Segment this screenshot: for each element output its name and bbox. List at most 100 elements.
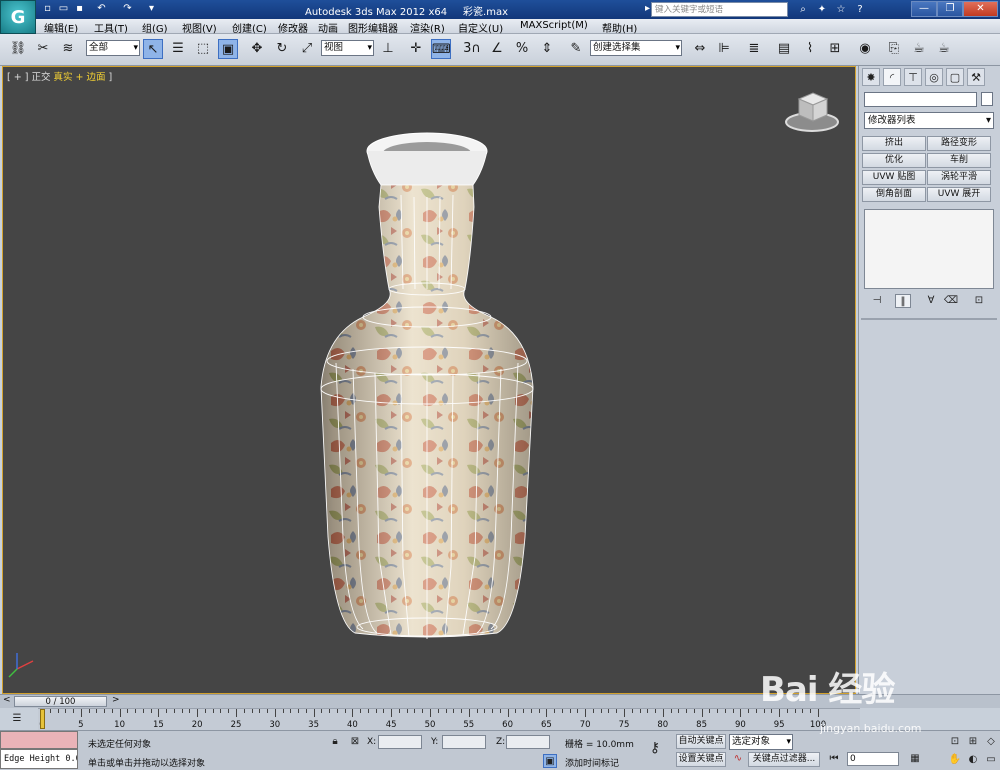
time-slider[interactable]: 0 / 100 <box>14 696 107 707</box>
angle-snap-icon[interactable]: ∠ <box>487 39 507 59</box>
set-key-button[interactable]: 设置关键点 <box>676 752 726 767</box>
go-to-start-icon[interactable]: ⏮ <box>827 752 841 766</box>
app-logo-button[interactable]: G <box>0 0 36 34</box>
bind-to-space-warp-icon[interactable]: ≋ <box>58 39 78 59</box>
menu-help[interactable]: 帮助(H) <box>602 20 637 35</box>
time-slider-prev-icon[interactable]: < <box>3 695 11 705</box>
subscription-icon[interactable]: ✦ <box>814 2 830 17</box>
menu-graph-editors[interactable]: 图形编辑器 <box>348 20 398 35</box>
menu-create[interactable]: 创建(C) <box>232 20 267 35</box>
zoom-extents-icon[interactable]: ⊡ <box>948 735 962 749</box>
current-frame-spinner[interactable]: 0 <box>847 752 899 766</box>
time-tag-icon[interactable]: ▣ <box>543 754 557 768</box>
show-end-result-icon[interactable]: ‖ <box>895 294 911 308</box>
reference-coordinate-dropdown[interactable]: 视图 <box>321 40 374 56</box>
selection-lock-icon[interactable]: 🔒︎ <box>328 735 342 749</box>
rendered-frame-window-icon[interactable]: ☕ <box>909 39 929 59</box>
menu-modifiers[interactable]: 修改器 <box>278 20 308 35</box>
modifier-turbosmooth-button[interactable]: 涡轮平滑 <box>927 170 991 185</box>
modifier-stack-list[interactable] <box>864 209 994 289</box>
select-by-name-icon[interactable]: ☰ <box>168 39 188 59</box>
object-name-field[interactable] <box>864 92 977 107</box>
render-production-icon[interactable]: ☕ <box>934 39 954 59</box>
field-of-view-icon[interactable]: ◇ <box>984 735 998 749</box>
utilities-tab-icon[interactable]: ⚒ <box>967 68 985 86</box>
open-file-icon[interactable]: ▭ <box>56 2 71 16</box>
close-button[interactable]: ✕ <box>963 1 998 17</box>
mini-curve-editor-icon[interactable]: ☰ <box>10 712 24 726</box>
menu-tools[interactable]: 工具(T) <box>94 20 128 35</box>
motion-tab-icon[interactable]: ◎ <box>925 68 943 86</box>
unlink-icon[interactable]: ✂ <box>33 39 53 59</box>
object-color-swatch[interactable] <box>981 92 993 106</box>
modifier-unwrap-uvw-button[interactable]: UVW 展开 <box>927 187 991 202</box>
select-and-manipulate-icon[interactable]: ✛ <box>406 39 426 59</box>
z-coordinate-field[interactable] <box>506 735 550 749</box>
menu-rendering[interactable]: 渲染(R) <box>410 20 445 35</box>
schematic-view-icon[interactable]: ⊞ <box>825 39 845 59</box>
configure-modifier-sets-icon[interactable]: ⊡ <box>971 294 987 308</box>
select-and-link-icon[interactable]: ⛓ <box>8 39 28 59</box>
y-coordinate-field[interactable] <box>442 735 486 749</box>
select-and-rotate-icon[interactable]: ↻ <box>272 39 292 59</box>
selected-object-dropdown[interactable]: 选定对象 <box>729 734 793 750</box>
modifier-bevel-profile-button[interactable]: 倒角剖面 <box>862 187 926 202</box>
pin-stack-icon[interactable]: ⊣ <box>869 294 885 308</box>
binoculars-icon[interactable]: ⌕ <box>795 2 811 17</box>
zoom-extents-all-icon[interactable]: ⊞ <box>966 735 980 749</box>
remove-modifier-icon[interactable]: ⌫ <box>943 294 959 308</box>
current-frame-marker[interactable] <box>40 709 45 729</box>
menu-edit[interactable]: 编辑(E) <box>44 20 78 35</box>
modifier-path-deform-button[interactable]: 路径变形 <box>927 136 991 151</box>
add-time-tag-text[interactable]: 添加时间标记 <box>565 756 619 769</box>
redo-icon[interactable]: ↷ <box>120 2 135 16</box>
absolute-mode-icon[interactable]: ⊠ <box>348 735 362 749</box>
modifier-extrude-button[interactable]: 挤出 <box>862 136 926 151</box>
save-file-icon[interactable]: ▪ <box>72 2 87 16</box>
keyboard-shortcut-override-icon[interactable]: ⌨ <box>431 39 451 59</box>
named-selection-sets-dropdown[interactable]: 创建选择集 <box>590 40 682 56</box>
time-slider-next-icon[interactable]: > <box>112 695 120 705</box>
display-tab-icon[interactable]: ▢ <box>946 68 964 86</box>
curve-editor-icon[interactable]: ⌇ <box>800 39 820 59</box>
modifier-lathe-button[interactable]: 车削 <box>927 153 991 168</box>
layer-manager-icon[interactable]: ≣ <box>744 39 764 59</box>
select-and-scale-icon[interactable]: ⤢ <box>297 39 317 59</box>
vase-model[interactable] <box>3 67 856 694</box>
select-and-move-icon[interactable]: ✥ <box>247 39 267 59</box>
pan-view-icon[interactable]: ✋ <box>948 753 962 767</box>
material-editor-icon[interactable]: ◉ <box>855 39 875 59</box>
menu-maxscript[interactable]: MAXScript(M) <box>520 20 588 31</box>
create-tab-icon[interactable]: ✸ <box>862 68 880 86</box>
percent-snap-icon[interactable]: % <box>512 39 532 59</box>
time-configuration-icon[interactable]: ▦ <box>908 752 922 766</box>
render-setup-icon[interactable]: ⎘ <box>884 39 904 59</box>
edit-named-selection-icon[interactable]: ✎ <box>566 39 586 59</box>
menu-animation[interactable]: 动画 <box>318 20 338 35</box>
minimize-button[interactable]: — <box>911 1 937 17</box>
orbit-icon[interactable]: ◐ <box>966 753 980 767</box>
spinner-snap-icon[interactable]: ⇕ <box>537 39 557 59</box>
mirror-icon[interactable]: ⇔ <box>690 39 710 59</box>
pivot-center-icon[interactable]: ⊥ <box>378 39 398 59</box>
perspective-viewport[interactable]: [ + ] 正交 真实 + 边面 ] <box>2 66 856 694</box>
menu-views[interactable]: 视图(V) <box>182 20 217 35</box>
rectangular-selection-icon[interactable]: ⬚ <box>193 39 213 59</box>
maximize-viewport-icon[interactable]: ▭ <box>984 753 998 767</box>
selection-filter-dropdown[interactable]: 全部 <box>86 40 140 56</box>
restore-button[interactable]: ❐ <box>937 1 963 17</box>
maxscript-listener-mini[interactable] <box>0 731 78 749</box>
hierarchy-tab-icon[interactable]: ⊤ <box>904 68 922 86</box>
modifier-optimize-button[interactable]: 优化 <box>862 153 926 168</box>
keyword-search-input[interactable]: 键入关键字或短语 <box>651 2 788 17</box>
graphite-modeling-icon[interactable]: ▤ <box>774 39 794 59</box>
favorites-star-icon[interactable]: ☆ <box>833 2 849 17</box>
viewcube-widget[interactable] <box>785 92 839 132</box>
modifier-uvw-map-button[interactable]: UVW 贴图 <box>862 170 926 185</box>
key-mode-curve-icon[interactable]: ∿ <box>731 752 745 766</box>
quick-access-dropdown-icon[interactable]: ▾ <box>144 2 159 16</box>
menu-group[interactable]: 组(G) <box>142 20 168 35</box>
x-coordinate-field[interactable] <box>378 735 422 749</box>
modify-tab-icon[interactable]: ◜ <box>883 68 901 86</box>
select-object-icon[interactable]: ↖ <box>143 39 163 59</box>
